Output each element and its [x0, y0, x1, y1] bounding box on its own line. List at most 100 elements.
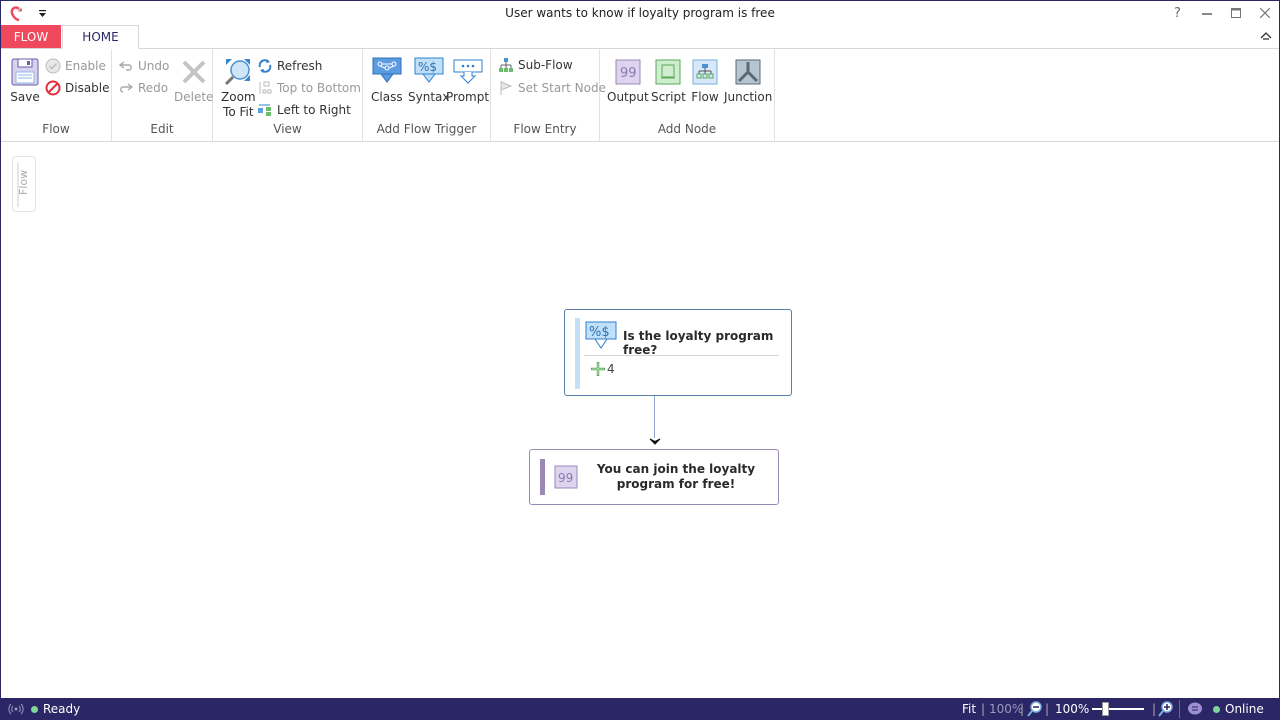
ribbon: Save Enable Disable Flow Undo Redo Delet…	[1, 49, 1279, 142]
add-script-node-button[interactable]: Script	[651, 57, 686, 105]
left-to-right-label: Left to Right	[277, 103, 351, 117]
output-node-accent	[540, 459, 545, 495]
plus-icon	[591, 362, 605, 376]
left-to-right-button[interactable]: Left to Right	[257, 100, 351, 120]
svg-text:%$: %$	[418, 60, 437, 74]
zoom-slider-thumb[interactable]	[1102, 702, 1109, 716]
side-tab-flow[interactable]: Flow	[12, 156, 36, 212]
class-trigger-icon	[372, 57, 402, 83]
svg-text:%$: %$	[589, 325, 610, 340]
trigger-count-value: 4	[607, 362, 615, 376]
maximize-button[interactable]	[1221, 1, 1250, 25]
trigger-node-divider	[584, 355, 779, 356]
refresh-button[interactable]: Refresh	[257, 56, 322, 76]
redo-button[interactable]: Redo	[118, 78, 168, 98]
trigger-count[interactable]: 4	[590, 361, 615, 377]
set-start-node-button[interactable]: Set Start Node	[498, 78, 606, 98]
output-label: Output	[607, 90, 649, 104]
fit-label: Fit	[962, 702, 977, 716]
add-syntax-trigger-button[interactable]: %$ Syntax	[408, 57, 449, 105]
zoom-preset-label: 100%	[989, 702, 1024, 716]
save-icon	[11, 58, 39, 86]
output-node-icon: 99	[615, 59, 641, 85]
zoom-to-fit-icon	[225, 59, 251, 86]
output-node[interactable]: 99 You can join the loyalty program for …	[529, 449, 779, 505]
disable-label: Disable	[65, 81, 110, 95]
sub-flow-button[interactable]: Sub-Flow	[498, 55, 573, 75]
status-separator: |	[1045, 702, 1050, 716]
tab-flow[interactable]: FLOW	[1, 25, 61, 48]
trigger-node-accent	[575, 318, 580, 389]
flow-label: Flow	[691, 90, 719, 104]
collapse-ribbon-icon[interactable]	[1259, 29, 1273, 43]
ribbon-group-add-node: 99 Output Script Flow Junction Add Node	[600, 49, 775, 142]
add-junction-node-button[interactable]: Junction	[724, 57, 772, 105]
help-button[interactable]: ?	[1163, 1, 1192, 25]
arrowhead-icon	[649, 438, 661, 445]
status-separator: |	[1152, 702, 1157, 716]
disable-button[interactable]: Disable	[45, 78, 110, 98]
status-divider	[1179, 700, 1180, 718]
refresh-label: Refresh	[277, 59, 323, 73]
check-circle-icon	[45, 58, 61, 74]
group-label-flow-entry: Flow Entry	[513, 122, 577, 136]
group-label-add-flow-trigger: Add Flow Trigger	[376, 122, 477, 136]
junction-label: Junction	[724, 90, 773, 104]
syntax-trigger-icon: %$	[585, 321, 617, 349]
undo-icon	[118, 61, 132, 71]
svg-text:99: 99	[558, 471, 573, 485]
group-label-add-node: Add Node	[657, 122, 717, 136]
top-to-bottom-button[interactable]: Top to Bottom	[257, 78, 361, 98]
add-prompt-trigger-button[interactable]: Prompt	[446, 57, 489, 105]
chat-button[interactable]	[1187, 701, 1203, 717]
zoom-to-fit-button[interactable]: Zoom To Fit	[221, 57, 256, 120]
zoom-in-button[interactable]	[1158, 701, 1174, 717]
window-title: User wants to know if loyalty program is…	[505, 6, 775, 20]
zoom-out-icon	[1027, 701, 1042, 717]
script-node-icon	[655, 59, 681, 85]
undo-button[interactable]: Undo	[118, 56, 169, 76]
tab-home[interactable]: HOME	[62, 25, 139, 49]
group-label-view: View	[273, 122, 302, 136]
enable-button[interactable]: Enable	[45, 56, 106, 76]
trigger-node-title: Is the loyalty program free?	[623, 329, 774, 357]
zoom-to-fit-label-2: To Fit	[223, 105, 254, 119]
ribbon-group-add-flow-trigger: Class %$ Syntax Prompt Add Flow Trigger	[363, 49, 491, 142]
prompt-label: Prompt	[446, 90, 490, 104]
add-output-node-button[interactable]: 99 Output	[607, 57, 649, 105]
add-flow-node-button[interactable]: Flow	[690, 57, 720, 105]
minimize-icon	[1201, 13, 1212, 15]
delete-button[interactable]: Delete	[174, 57, 213, 105]
script-label: Script	[651, 90, 686, 104]
set-start-node-label: Set Start Node	[518, 81, 606, 95]
sub-flow-label: Sub-Flow	[518, 58, 573, 72]
ribbon-tabs: FLOW HOME	[1, 25, 1279, 49]
zoom-slider[interactable]	[1092, 702, 1144, 716]
zoom-preset[interactable]: 100%	[989, 701, 1023, 717]
save-button[interactable]: Save	[10, 57, 40, 105]
zoom-to-fit-label-1: Zoom	[221, 90, 256, 104]
output-node-icon: 99	[554, 465, 578, 489]
top-to-bottom-icon	[259, 81, 272, 94]
fit-button[interactable]: Fit	[962, 701, 976, 717]
app-window: User wants to know if loyalty program is…	[1, 1, 1279, 698]
close-button[interactable]	[1250, 1, 1279, 25]
add-class-trigger-button[interactable]: Class	[371, 57, 403, 105]
ribbon-group-edit: Undo Redo Delete Edit	[112, 49, 213, 142]
side-tab-label: Flow	[17, 169, 30, 195]
delete-icon	[182, 60, 206, 84]
redo-label: Redo	[138, 81, 169, 95]
class-label: Class	[371, 90, 403, 104]
zoom-out-button[interactable]	[1027, 701, 1043, 717]
status-separator: |	[1020, 702, 1025, 716]
svg-text:99: 99	[620, 66, 637, 81]
save-label: Save	[10, 90, 40, 104]
trigger-node[interactable]: %$ Is the loyalty program free? 4	[564, 309, 792, 396]
flow-node-icon	[692, 59, 718, 85]
close-icon	[1259, 8, 1270, 18]
sub-flow-icon	[499, 58, 513, 72]
flow-canvas[interactable]: Flow %$ Is the loyalty program free? 4 9…	[1, 143, 1279, 698]
delete-label: Delete	[174, 90, 214, 104]
disable-icon	[45, 80, 61, 96]
minimize-button[interactable]	[1192, 1, 1221, 25]
